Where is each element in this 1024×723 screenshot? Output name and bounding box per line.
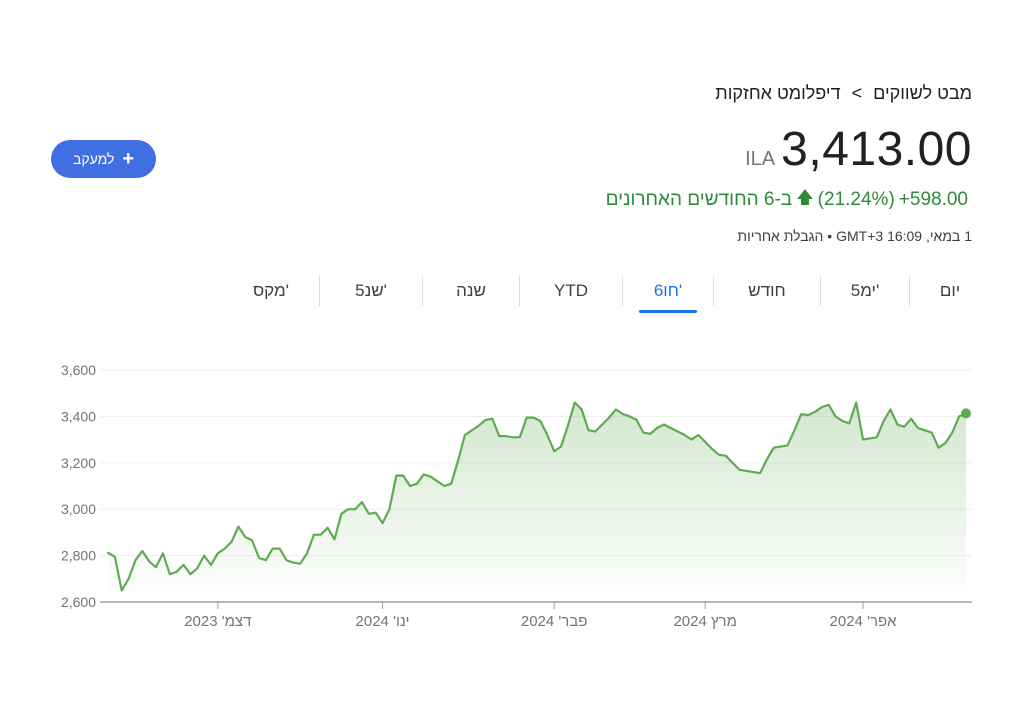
- breadcrumb: מבט לשווקים > דיפלומט אחזקות: [715, 83, 972, 104]
- follow-button-label: למעקב: [72, 151, 115, 167]
- x-tick-label: פבר' 2024: [521, 613, 588, 630]
- price-chart: 2,600 2,800 3,000 3,200 3,400 3,600 דצמ' 2023 י…: [61, 362, 972, 630]
- breadcrumb-parent-link[interactable]: מבט לשווקים: [873, 83, 972, 103]
- tab-divider: [820, 276, 821, 306]
- tab-divider: [909, 276, 910, 306]
- y-tick-label: 3,400: [61, 408, 96, 424]
- arrow-up-icon: 🡅: [796, 188, 814, 207]
- tab-range-6[interactable]: 5שנ': [338, 277, 404, 305]
- follow-button[interactable]: למעקב +: [51, 140, 156, 178]
- tab-range-4[interactable]: YTD: [538, 277, 604, 305]
- tab-divider: [319, 276, 320, 306]
- price-line: [106, 401, 968, 592]
- x-tick-label: אפר' 2024: [830, 613, 898, 630]
- tab-range-5[interactable]: שנה: [441, 277, 501, 305]
- change-amount: +598.00: [898, 188, 968, 210]
- change-row: ב-6 החודשים האחרונים 🡅 (21.24%) +598.00: [606, 185, 968, 214]
- price-area: [108, 402, 966, 602]
- y-tick-label: 3,200: [61, 455, 96, 471]
- breadcrumb-current: דיפלומט אחזקות: [715, 83, 841, 103]
- y-tick-label: 3,600: [61, 362, 96, 378]
- currency-label: ILA: [745, 148, 776, 170]
- y-tick-label: 2,600: [61, 594, 96, 610]
- x-tick-label: מרץ 2024: [673, 613, 736, 630]
- y-tick-label: 3,000: [61, 501, 96, 517]
- plus-icon: +: [122, 148, 135, 170]
- tab-range-7[interactable]: מקס': [241, 277, 301, 305]
- change-period: ב-6 החודשים האחרונים: [605, 188, 793, 210]
- tab-range-1[interactable]: 5ימ': [839, 277, 891, 305]
- tab-range-2[interactable]: חודש: [732, 277, 802, 305]
- last-price-marker: [961, 408, 971, 419]
- range-tabs: יום 5ימ' חודש 6חו' YTD שנה 5שנ' מקס': [241, 276, 972, 313]
- tab-range-0[interactable]: יום: [928, 277, 972, 305]
- last-updated-text: 1 במאי, 16:09 GMT+3 • הגבלת אחריות: [737, 228, 972, 244]
- x-tick-label: דצמ' 2023: [184, 613, 251, 630]
- y-tick-label: 2,800: [61, 548, 96, 564]
- price-row: ILA 3,413.00: [745, 122, 972, 177]
- x-tick-label: ינו' 2024: [356, 613, 410, 630]
- last-updated: 1 במאי, 16:09 GMT+3 • הגבלת אחריות: [737, 228, 972, 244]
- breadcrumb-separator: >: [851, 83, 863, 103]
- change-percent: (21.24%): [817, 188, 895, 210]
- tab-divider: [622, 276, 623, 306]
- tab-divider: [422, 276, 423, 306]
- tab-divider: [713, 276, 714, 306]
- price-value: 3,413.00: [781, 123, 972, 176]
- tab-range-3[interactable]: 6חו': [639, 277, 697, 313]
- tab-divider: [519, 276, 520, 306]
